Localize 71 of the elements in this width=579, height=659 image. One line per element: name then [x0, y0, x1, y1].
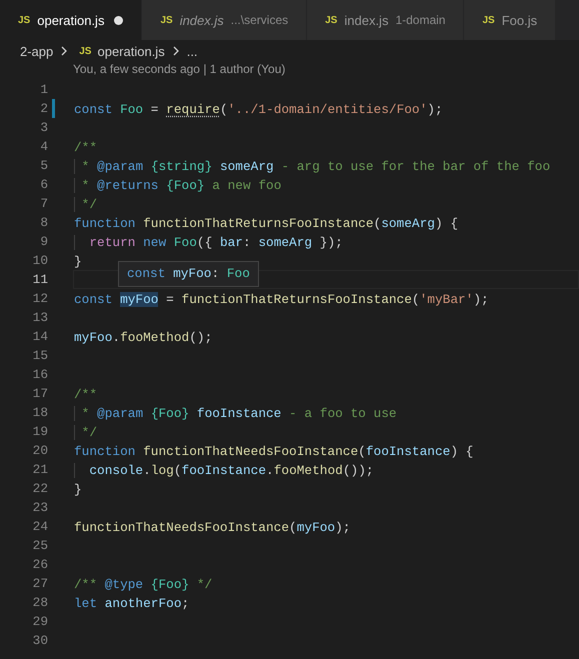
line-number: 2 — [39, 100, 48, 118]
line-number: 12 — [32, 290, 48, 308]
breadcrumb-item[interactable]: 2-app — [20, 44, 54, 58]
code-line: */ — [74, 197, 98, 212]
code-line: return new Foo({ bar: someArg }); — [74, 235, 343, 250]
line-number: 7 — [39, 195, 48, 213]
code-line: /** — [74, 140, 98, 155]
js-file-icon: JS — [325, 14, 338, 26]
code-line: /** — [74, 387, 98, 402]
line-number: 5 — [39, 157, 48, 175]
line-number: 20 — [32, 442, 48, 460]
line-number: 13 — [32, 309, 48, 327]
line-number: 28 — [32, 594, 48, 612]
line-number: 1 — [39, 81, 48, 99]
editor-tab[interactable]: JS Foo.js — [464, 0, 556, 40]
tab-title: index.js — [180, 12, 224, 28]
js-file-icon: JS — [79, 46, 92, 56]
tab-title: Foo.js — [502, 12, 538, 28]
hover-tooltip: const myFoo: Foo — [118, 261, 259, 287]
line-number: 11 — [32, 271, 48, 289]
line-number: 4 — [39, 138, 48, 156]
chevron-icon — [59, 45, 70, 57]
line-number: 9 — [39, 233, 48, 251]
code-line: * @param {Foo} fooInstance - a foo to use — [74, 406, 397, 421]
tab-title: operation.js — [37, 12, 104, 28]
line-number: 26 — [32, 556, 48, 574]
line-number: 16 — [32, 366, 48, 384]
code-line: } — [74, 482, 82, 497]
code-line: const Foo = require('../1-domain/entities/Foo'); — [74, 102, 443, 117]
code-line: console.log(fooInstance.fooMethod()); — [74, 463, 374, 478]
code-line: * @param {string} someArg - arg to use for the bar of the foo — [74, 159, 550, 174]
tab-title: index.js — [344, 12, 388, 28]
code-line: function functionThatReturnsFooInstance(someArg) { — [74, 216, 458, 231]
breadcrumb-item[interactable]: operation.js — [97, 44, 165, 58]
line-number: 3 — [39, 119, 48, 137]
code-line: const myFoo = functionThatReturnsFooInstance('myBar'); — [74, 292, 489, 307]
line-number: 8 — [39, 214, 48, 232]
js-file-icon: JS — [160, 14, 173, 26]
line-number: 19 — [32, 423, 48, 441]
code-line: } — [74, 254, 82, 269]
line-number: 15 — [32, 347, 48, 365]
code-line: function functionThatNeedsFooInstance(fooInstance) { — [74, 444, 474, 459]
tab-description: ...\services — [230, 13, 288, 27]
line-number: 10 — [32, 252, 48, 270]
code-line: */ — [74, 425, 98, 440]
breadcrumb-item[interactable]: ... — [186, 44, 198, 58]
editor-tab[interactable]: JS operation.js — [0, 0, 142, 40]
js-file-icon: JS — [18, 14, 30, 26]
code-line: * @returns {Foo} a new foo — [74, 178, 282, 193]
codelens-annotation[interactable]: You, a few seconds ago | 1 author (You) — [0, 62, 579, 80]
line-number: 18 — [32, 404, 48, 422]
code-line: functionThatNeedsFooInstance(myFoo); — [74, 520, 350, 535]
code-line: let anotherFoo; — [74, 596, 190, 611]
line-number: 21 — [32, 461, 48, 479]
line-number: 30 — [32, 632, 48, 650]
line-number: 14 — [32, 328, 48, 346]
code-line: /** @type {Foo} */ — [74, 577, 212, 592]
line-number: 23 — [32, 499, 48, 517]
code-line: myFoo.fooMethod(); — [74, 330, 212, 345]
line-number: 27 — [32, 575, 48, 593]
editor-tab[interactable]: JS index.js 1-domain — [307, 0, 464, 40]
line-number: 29 — [32, 613, 48, 631]
chevron-icon — [170, 45, 181, 57]
line-number: 25 — [32, 537, 48, 555]
line-number: 22 — [32, 480, 48, 498]
line-number: 24 — [32, 518, 48, 536]
js-file-icon: JS — [482, 14, 495, 26]
editor-tab[interactable]: JS index.js ...\services — [142, 0, 308, 40]
tab-description: 1-domain — [395, 13, 446, 27]
line-number: 6 — [39, 176, 48, 194]
line-number: 17 — [32, 385, 48, 403]
